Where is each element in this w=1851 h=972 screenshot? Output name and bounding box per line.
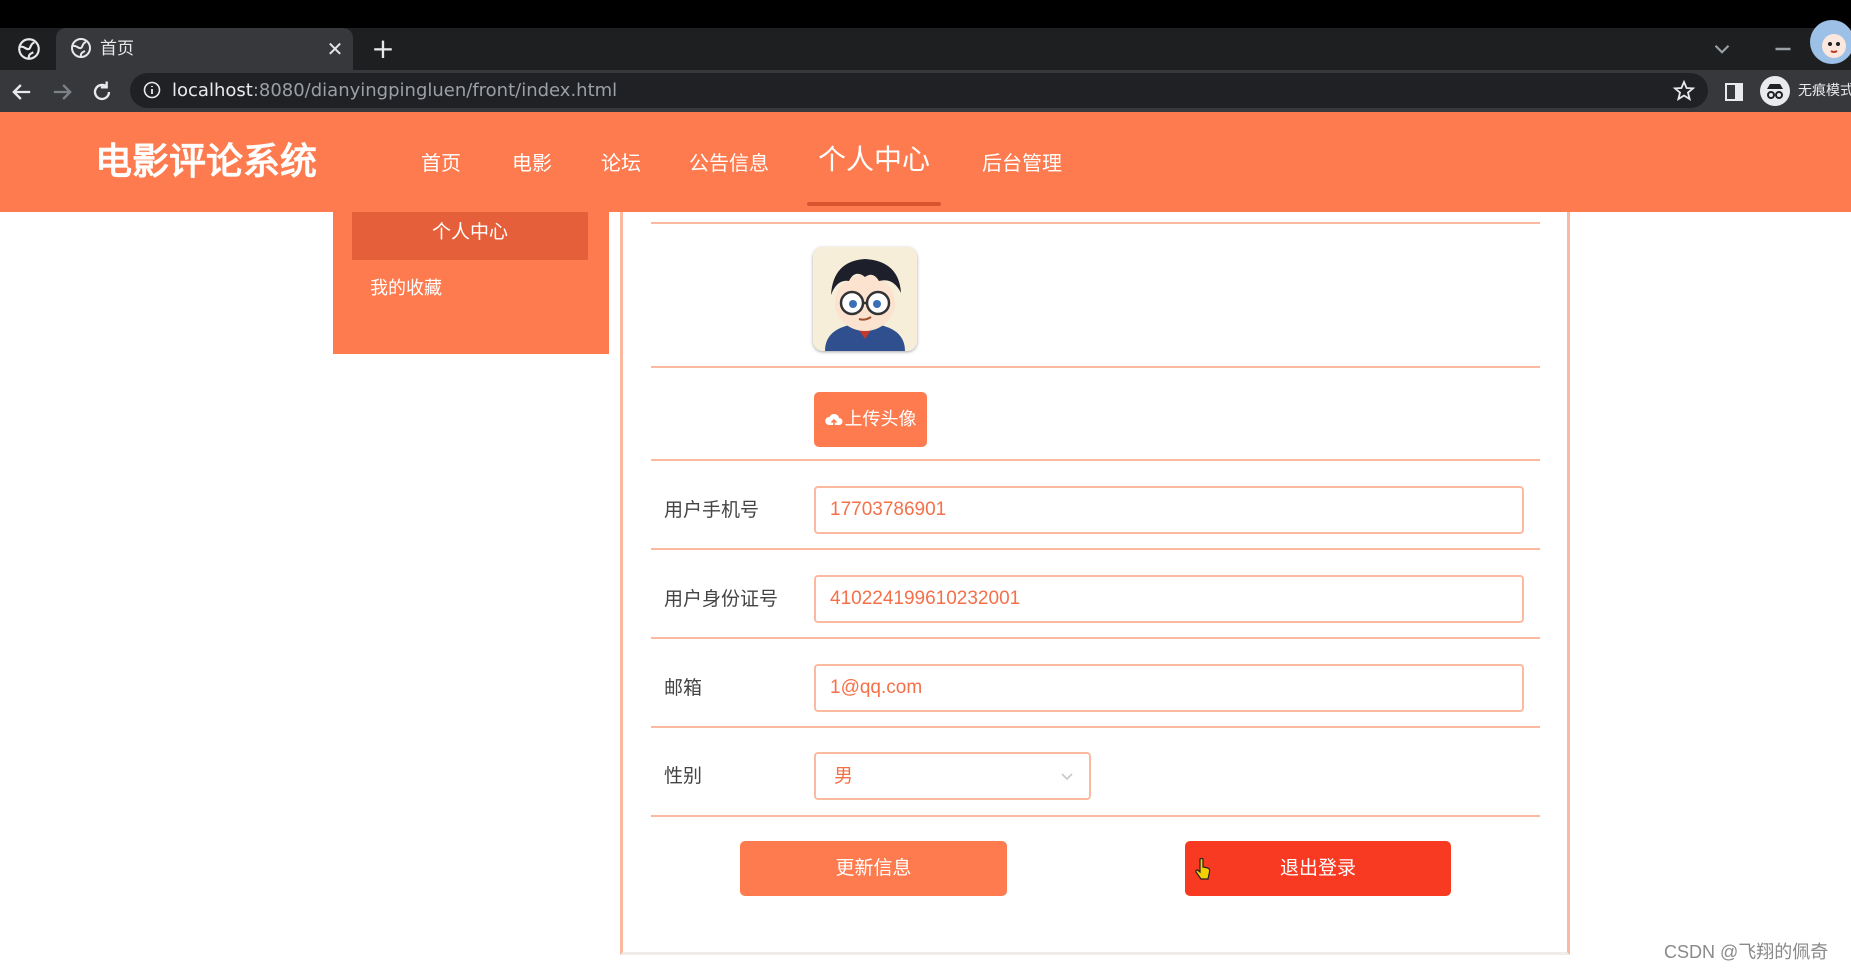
site-title: 电影评论系统 [95, 140, 317, 183]
close-icon[interactable]: ✕ [324, 36, 346, 62]
id-card-label: 用户身份证号 [664, 588, 779, 610]
browser-tab[interactable]: 首页 ✕ [56, 28, 353, 70]
profile-form-panel: 上传头像 用户手机号 用户身份证号 邮箱 性别 男 更新信息 退出登录 [620, 212, 1570, 955]
phone-label: 用户手机号 [664, 499, 760, 521]
screen-top-strip [0, 0, 1851, 28]
site-header: 电影评论系统 首页 电影 论坛 公告信息 个人中心 后台管理 [0, 112, 1851, 212]
cloud-upload-icon [824, 413, 842, 427]
tab-bar: 首页 ✕ + [0, 20, 1851, 70]
update-info-button[interactable]: 更新信息 [740, 841, 1007, 896]
cartoon-avatar-icon [813, 247, 917, 351]
gender-label: 性别 [664, 765, 703, 787]
globe-icon [71, 38, 91, 58]
url-text: localhost:8080/dianyingpingluen/front/in… [172, 73, 617, 108]
sidebar: 个人中心 我的收藏 [333, 212, 609, 354]
incognito-icon[interactable] [1760, 76, 1790, 106]
nav-announcements[interactable]: 公告信息 [689, 148, 769, 178]
hand-cursor-icon [1195, 857, 1211, 880]
info-icon[interactable] [142, 80, 162, 100]
logout-button[interactable]: 退出登录 [1185, 841, 1451, 896]
sidebar-item-personal-center[interactable]: 个人中心 [352, 212, 588, 260]
tab-title: 首页 [100, 39, 134, 59]
gender-select-value: 男 [834, 765, 854, 787]
logout-label: 退出登录 [1279, 857, 1356, 879]
minimize-icon[interactable] [1768, 34, 1798, 64]
nav-home[interactable]: 首页 [421, 148, 461, 178]
upload-avatar-button[interactable]: 上传头像 [814, 392, 927, 447]
globe-icon[interactable] [16, 36, 42, 62]
nav-active-indicator [807, 202, 941, 206]
divider [651, 548, 1540, 550]
url-bar[interactable]: localhost:8080/dianyingpingluen/front/in… [130, 73, 1708, 108]
chevron-down-icon[interactable] [1708, 36, 1736, 62]
profile-avatar[interactable] [1810, 20, 1851, 64]
nav-forum[interactable]: 论坛 [601, 148, 641, 178]
chevron-down-icon [1061, 773, 1073, 781]
avatar-icon [1822, 34, 1846, 58]
side-panel-icon[interactable] [1722, 80, 1746, 104]
address-bar: localhost:8080/dianyingpingluen/front/in… [0, 70, 1851, 112]
sidebar-item-favorites[interactable]: 我的收藏 [370, 274, 442, 304]
incognito-label: 无痕模式 [1798, 83, 1851, 99]
nav-movies[interactable]: 电影 [512, 148, 552, 178]
reload-icon[interactable] [88, 78, 116, 106]
divider [651, 459, 1540, 461]
nav-personal-center[interactable]: 个人中心 [818, 140, 930, 180]
watermark: CSDN @飞翔的佩奇 [1664, 942, 1829, 962]
divider [651, 222, 1540, 224]
upload-avatar-label: 上传头像 [844, 409, 917, 430]
divider [651, 726, 1540, 728]
url-host: localhost [172, 80, 253, 101]
new-tab-button[interactable]: + [368, 34, 398, 64]
divider [651, 815, 1540, 817]
divider [651, 366, 1540, 368]
user-avatar [813, 247, 917, 351]
forward-arrow-icon[interactable] [48, 78, 76, 106]
sidebar-item-label: 个人中心 [431, 221, 508, 243]
url-path: :8080/dianyingpingluen/front/index.html [252, 80, 618, 101]
phone-input[interactable] [814, 486, 1524, 534]
star-icon[interactable] [1672, 79, 1696, 103]
nav-admin[interactable]: 后台管理 [982, 148, 1062, 178]
email-input[interactable] [814, 664, 1524, 712]
back-arrow-icon[interactable] [8, 78, 36, 106]
gender-select[interactable]: 男 [814, 752, 1091, 800]
id-card-input[interactable] [814, 575, 1524, 623]
email-label: 邮箱 [664, 677, 703, 699]
divider [651, 637, 1540, 639]
